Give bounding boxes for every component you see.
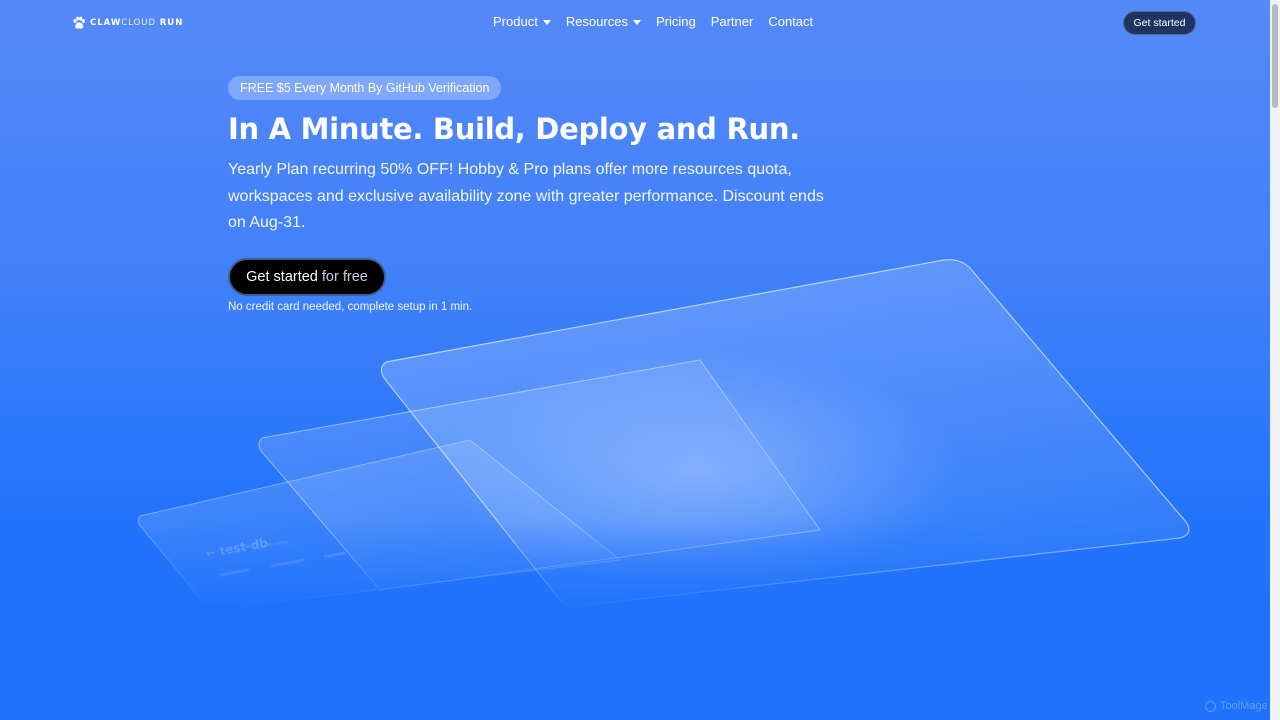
- preview-title: ← test-db: [204, 536, 269, 561]
- nav-item-label: Contact: [768, 14, 814, 29]
- preview-tab: [323, 551, 346, 558]
- caret-down-icon: [632, 19, 641, 25]
- nav-item-contact[interactable]: Contact: [768, 14, 813, 29]
- preview-tab: [270, 558, 305, 568]
- setup-note: No credit card needed, complete setup in…: [228, 301, 473, 313]
- top-nav: CLAWCLOUD RUN Product Resources Pricing …: [0, 0, 1270, 46]
- watermark: ToolMage: [1205, 700, 1268, 712]
- logo-bold: CLAW: [90, 18, 122, 28]
- watermark-icon: [1205, 700, 1216, 712]
- nav-item-label: Resources: [565, 14, 628, 29]
- preview-fade: [0, 520, 1270, 610]
- nav-item-label: Pricing: [655, 14, 696, 29]
- caret-down-icon: [542, 19, 551, 25]
- nav-item-label: Product: [493, 14, 538, 29]
- preview-status: • Running: [263, 539, 289, 549]
- nav-get-started-button[interactable]: Get started: [1123, 11, 1196, 35]
- logo-light: CLOUD: [121, 18, 157, 28]
- logo-suffix: RUN: [159, 18, 184, 28]
- preview-panel-middle: [258, 359, 821, 591]
- scrollbar-thumb[interactable]: [1272, 4, 1278, 108]
- preview-panel-back: [137, 439, 622, 611]
- logo[interactable]: CLAWCLOUD RUN: [72, 15, 183, 31]
- preview-tab: [219, 568, 250, 577]
- preview-glow: [440, 350, 960, 590]
- hero-headline: In A Minute. Build, Deploy and Run.: [228, 112, 800, 146]
- get-started-free-button[interactable]: Get started for free: [229, 259, 385, 295]
- cta-text-fade: for free: [321, 269, 368, 285]
- watermark-text: ToolMage: [1220, 700, 1268, 712]
- nav-item-product[interactable]: Product: [493, 14, 551, 29]
- page-scrollbar[interactable]: [1270, 0, 1280, 720]
- nav-item-resources[interactable]: Resources: [566, 14, 641, 29]
- preview-fade-solid: [0, 606, 1270, 720]
- nav-item-label: Partner: [710, 14, 754, 29]
- nav-item-partner[interactable]: Partner: [711, 14, 754, 29]
- hero-subtext: Yearly Plan recurring 50% OFF! Hobby & P…: [228, 161, 824, 231]
- preview-panel-front: [380, 259, 1190, 607]
- preview-back-ui: ← test-db • Running: [204, 536, 346, 577]
- nav-item-pricing[interactable]: Pricing: [656, 14, 696, 29]
- logo-text: CLAWCLOUD RUN: [90, 18, 183, 28]
- nav-links: Product Resources Pricing Partner Contac…: [493, 14, 813, 29]
- paw-icon: [73, 16, 85, 29]
- cta-text-main: Get started: [246, 269, 322, 285]
- landing-page: ← test-db • Running CLAWCLOUD RUN Produc…: [0, 0, 1270, 720]
- promo-badge[interactable]: FREE $5 Every Month By GitHub Verificati…: [228, 76, 502, 100]
